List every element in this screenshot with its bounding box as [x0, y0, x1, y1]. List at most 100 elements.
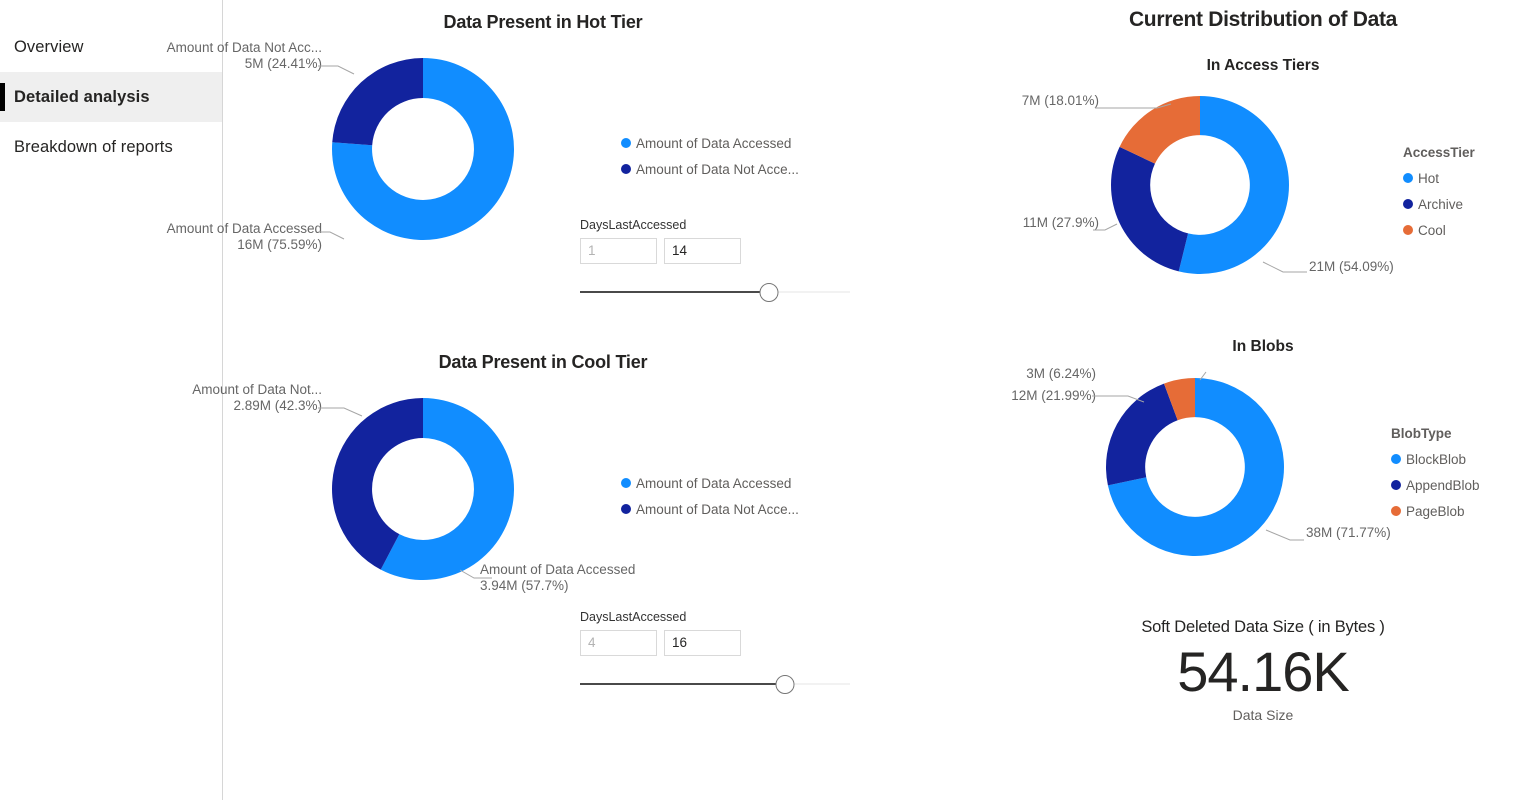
card-caption: Data Size [1232, 707, 1294, 723]
hot-tier-days-last-accessed-slicer: DaysLastAccessed 1 14 [580, 218, 860, 302]
data-label-value: 2.89M (42.3%) [233, 398, 322, 413]
slicer-min-input[interactable]: 1 [580, 238, 657, 264]
sidebar-item-breakdown-of-reports[interactable]: Breakdown of reports [0, 122, 222, 172]
legend-swatch-icon [1391, 506, 1401, 516]
card-value: 54.16K [1177, 640, 1350, 703]
soft-deleted-data-size-card: Soft Deleted Data Size ( in Bytes ) 54.1… [1013, 618, 1513, 723]
slicer-max-input[interactable]: 16 [664, 630, 741, 656]
donut-slice-archive[interactable] [1111, 146, 1189, 272]
blobs-donut-chart[interactable]: 38M (71.77%) 12M (21.99%) 3M (6.24%) [1011, 366, 1391, 556]
legend-swatch-icon [621, 164, 631, 174]
legend-swatch-icon [621, 504, 631, 514]
hot_tier-donut-svg [332, 57, 514, 240]
data-label-name: Amount of Data Accessed [166, 221, 322, 236]
selected-indicator-bar [0, 83, 5, 111]
data-label-blockblob: 38M (71.77%) [1306, 525, 1391, 541]
current-distribution-title: Current Distribution of Data [1128, 8, 1398, 31]
blobs-donut-svg [1106, 378, 1284, 556]
slider-handle[interactable] [759, 283, 779, 302]
legend-item-hot[interactable]: Hot [1403, 165, 1475, 191]
legend-item-label: AppendBlob [1406, 477, 1480, 493]
slicer-range-slider[interactable] [580, 675, 850, 694]
legend-item-label: Amount of Data Accessed [636, 135, 792, 151]
legend-swatch-icon [1403, 225, 1413, 235]
data-label-value: 11M (27.9%) [1022, 215, 1099, 230]
donut-slice-amount-of-data-not-acc[interactable] [332, 57, 423, 146]
legend-item-label: Amount of Data Not Acce... [636, 161, 799, 177]
data-label-hot: 21M (54.09%) [1309, 259, 1394, 275]
cool-tier-donut-chart[interactable]: Amount of Data Accessed 3.94M (57.7%) Amou… [192, 382, 635, 593]
legend-item-pageblob[interactable]: PageBlob [1391, 498, 1480, 524]
sidebar-item-label: Detailed analysis [14, 87, 150, 106]
cool-tier-days-last-accessed-slicer: DaysLastAccessed 4 16 [580, 610, 860, 694]
slicer-range-slider[interactable] [580, 283, 850, 302]
legend-item-label: Amount of Data Accessed [636, 475, 792, 491]
slicer-min-input[interactable]: 4 [580, 630, 657, 656]
legend-swatch-icon [621, 138, 631, 148]
report-canvas: Data Present in Hot Tier Amount of Data … [167, 0, 1535, 800]
legend-item-label: Archive [1418, 196, 1464, 212]
legend-item-label: Amount of Data Not Acce... [636, 501, 799, 517]
legend-item-amount-of-data-accessed[interactable]: Amount of Data Accessed [621, 470, 799, 496]
sidebar-item-label: Breakdown of reports [14, 137, 173, 156]
legend-item-amount-of-data-accessed[interactable]: Amount of Data Accessed [621, 130, 799, 156]
data-label-appendblob: 12M (21.99%) [1011, 388, 1096, 404]
access-tiers-subtitle: In Access Tiers [1206, 57, 1320, 74]
slider-handle[interactable] [775, 675, 795, 694]
hot-tier-legend: Amount of Data Accessed Amount of Data N… [621, 130, 799, 182]
cool-tier-donut-visual: Data Present in Cool Tier [223, 352, 863, 373]
data-label-value: 3.94M (57.7%) [480, 578, 569, 593]
legend-swatch-icon [1391, 480, 1401, 490]
slider-track-fill [580, 683, 786, 685]
legend-swatch-icon [1403, 173, 1413, 183]
legend-item-label: PageBlob [1406, 503, 1465, 519]
report-page: Overview Detailed analysis Breakdown of … [0, 0, 1535, 800]
data-label-amount-of-data-not: Amount of Data Not... 2.89M (42.3%) [192, 382, 322, 414]
hot-tier-title: Data Present in Hot Tier [443, 12, 643, 32]
slicer-label: DaysLastAccessed [580, 610, 687, 624]
card-title: Soft Deleted Data Size ( in Bytes ) [1141, 618, 1385, 636]
slicer-input-group: 1 14 [580, 238, 860, 264]
access-tiers-donut-chart[interactable]: 21M (54.09%) 11M (27.9%) 7M (18.01%) [1022, 93, 1394, 274]
sidebar-item-detailed-analysis[interactable]: Detailed analysis [0, 72, 222, 122]
access_tiers-donut-svg [1111, 96, 1289, 274]
data-label-amount-of-data-accessed: Amount of Data Accessed 16M (75.59%) [167, 221, 322, 253]
data-label-value: 7M (18.01%) [1021, 93, 1099, 108]
cool_tier-donut-svg [332, 398, 514, 580]
data-label-value: 3M (6.24%) [1026, 366, 1096, 381]
data-label-value: 12M (21.99%) [1011, 388, 1096, 403]
slicer-input-group: 4 16 [580, 630, 860, 656]
donut-slice-appendblob[interactable] [1106, 383, 1178, 486]
cool-tier-legend: Amount of Data Accessed Amount of Data N… [621, 470, 799, 522]
slider-track-fill [580, 291, 769, 293]
data-label-value: 16M (75.59%) [237, 237, 322, 252]
blob-type-legend: BlobType BlockBlob AppendBlob PageBlob [1391, 426, 1480, 524]
cool-tier-title: Data Present in Cool Tier [438, 352, 648, 372]
hot-tier-donut-chart[interactable]: Amount of Data Accessed 16M (75.59%) Amoun… [167, 40, 514, 252]
legend-item-blockblob[interactable]: BlockBlob [1391, 446, 1480, 472]
legend-item-label: Cool [1418, 222, 1446, 238]
legend-item-label: Hot [1418, 170, 1440, 186]
data-label-name: Amount of Data Not... [192, 382, 322, 397]
hot-tier-donut-visual: Data Present in Hot Tier [223, 12, 863, 33]
legend-swatch-icon [1391, 454, 1401, 464]
legend-item-amount-of-data-not-accessed[interactable]: Amount of Data Not Acce... [621, 496, 799, 522]
data-label-amount-of-data-accessed: Amount of Data Accessed 3.94M (57.7%) [480, 562, 635, 594]
data-label-value: 21M (54.09%) [1309, 259, 1394, 274]
slicer-label: DaysLastAccessed [580, 218, 687, 232]
slicer-max-input[interactable]: 14 [664, 238, 741, 264]
legend-item-amount-of-data-not-accessed[interactable]: Amount of Data Not Acce... [621, 156, 799, 182]
legend-swatch-icon [621, 478, 631, 488]
sidebar-item-label: Overview [14, 37, 84, 56]
blobs-subtitle: In Blobs [1232, 338, 1294, 355]
legend-item-appendblob[interactable]: AppendBlob [1391, 472, 1480, 498]
data-label-amount-of-data-not-acc: Amount of Data Not Acc... 5M (24.41%) [167, 40, 322, 72]
data-label-value: 38M (71.77%) [1306, 525, 1391, 540]
legend-item-cool[interactable]: Cool [1403, 217, 1475, 243]
legend-item-label: BlockBlob [1406, 451, 1467, 467]
legend-title: BlobType [1391, 426, 1452, 441]
data-label-name: Amount of Data Accessed [480, 562, 636, 577]
data-label-cool: 7M (18.01%) [1022, 93, 1099, 109]
legend-item-archive[interactable]: Archive [1403, 191, 1475, 217]
data-label-archive: 11M (27.9%) [1023, 215, 1099, 231]
